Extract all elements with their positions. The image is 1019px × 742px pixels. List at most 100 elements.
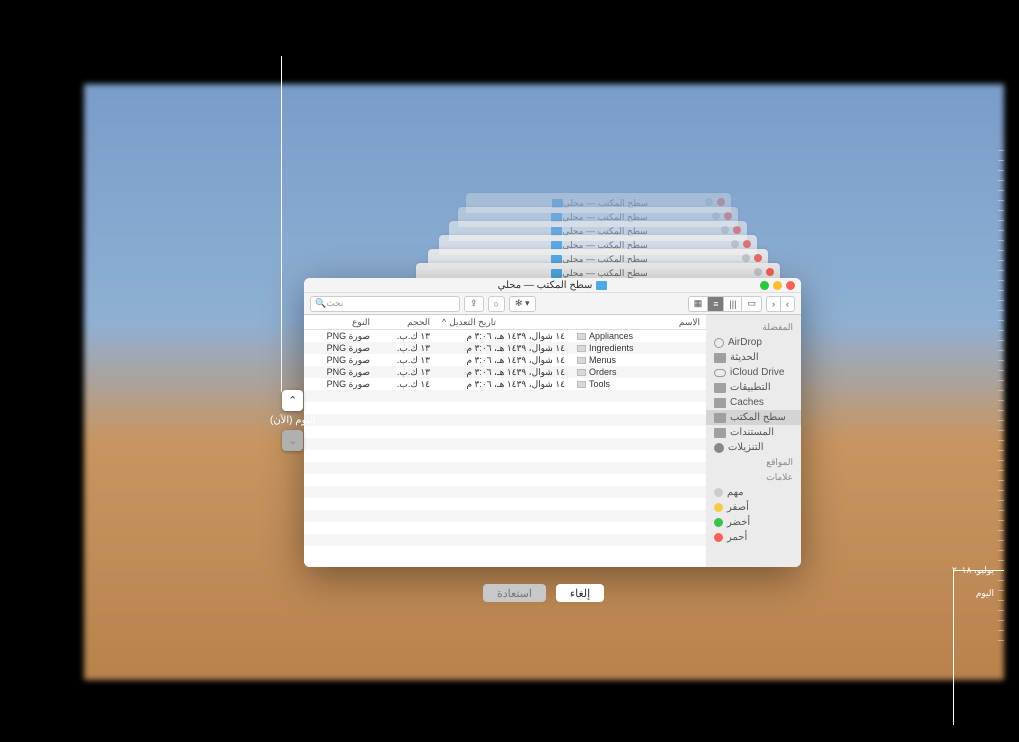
download-icon bbox=[714, 443, 724, 453]
timeline-tick bbox=[998, 550, 1004, 551]
column-type[interactable]: النوع bbox=[316, 317, 376, 328]
search-input[interactable]: 🔍 بحث bbox=[310, 296, 460, 312]
file-icon bbox=[577, 381, 586, 388]
tags-button[interactable]: ○ bbox=[488, 296, 505, 312]
view-list-button[interactable]: ≡ bbox=[707, 296, 723, 312]
timeline-tick bbox=[998, 610, 1004, 611]
finder-window: سطح المكتب — محلي 🔍 بحث ⇪ ○ ✻ ▾ ▦ ≡ ||| … bbox=[304, 278, 801, 567]
folder-icon bbox=[714, 353, 726, 363]
timeline-nav: ⌃ اليوم (الآن) ⌄ bbox=[270, 390, 315, 451]
timeline-tick bbox=[998, 360, 1004, 361]
finder-toolbar: 🔍 بحث ⇪ ○ ✻ ▾ ▦ ≡ ||| ▭ › ‹ bbox=[304, 293, 801, 315]
sidebar-item-documents[interactable]: المستندات bbox=[706, 425, 801, 440]
table-row[interactable]: Ingredients١٤ شوال، ١٤٣٩ هـ، ٣:٠٦ م١٣ ك.… bbox=[304, 342, 706, 354]
timeline[interactable]: يوليو، ٢٠١٨ اليوم bbox=[929, 150, 1004, 672]
timeline-tick bbox=[998, 200, 1004, 201]
sidebar-tag-important[interactable]: مهم bbox=[706, 485, 801, 500]
table-row[interactable]: Tools١٤ شوال، ١٤٣٩ هـ، ٣:٠٦ م١٤ ك.ب.صورة… bbox=[304, 378, 706, 390]
column-size[interactable]: الحجم bbox=[376, 317, 436, 328]
timeline-tick bbox=[998, 490, 1004, 491]
timeline-tick bbox=[998, 380, 1004, 381]
timeline-tick bbox=[998, 440, 1004, 441]
timeline-tick bbox=[998, 600, 1004, 601]
tag-dot bbox=[714, 533, 723, 542]
timeline-tick bbox=[998, 300, 1004, 301]
timeline-tick bbox=[998, 330, 1004, 331]
back-button[interactable]: › bbox=[766, 296, 780, 312]
restore-button[interactable]: استعادة bbox=[483, 584, 546, 602]
nav-history: › ‹ bbox=[766, 296, 795, 312]
timeline-tick bbox=[998, 320, 1004, 321]
timeline-tick bbox=[998, 290, 1004, 291]
table-row-empty bbox=[304, 438, 706, 450]
sidebar-item-desktop[interactable]: سطح المكتب bbox=[706, 410, 801, 425]
timeline-tick bbox=[998, 500, 1004, 501]
table-row-empty bbox=[304, 414, 706, 426]
timeline-tick bbox=[998, 420, 1004, 421]
nav-current-label: اليوم (الآن) bbox=[270, 415, 315, 426]
timeline-tick bbox=[998, 580, 1004, 581]
timeline-tick bbox=[998, 590, 1004, 591]
timeline-tick bbox=[998, 480, 1004, 481]
action-button[interactable]: ✻ ▾ bbox=[509, 296, 536, 312]
sidebar-item-downloads[interactable]: التنزيلات bbox=[706, 440, 801, 455]
timeline-tick bbox=[998, 260, 1004, 261]
folder-icon bbox=[714, 413, 726, 423]
timeline-tick bbox=[998, 340, 1004, 341]
folder-icon bbox=[714, 398, 726, 408]
close-button[interactable] bbox=[786, 281, 795, 290]
maximize-button[interactable] bbox=[760, 281, 769, 290]
timeline-tick bbox=[998, 210, 1004, 211]
table-row[interactable]: Appliances١٤ شوال، ١٤٣٩ هـ، ٣:٠٦ م١٣ ك.ب… bbox=[304, 330, 706, 342]
nav-next-button[interactable]: ⌄ bbox=[282, 430, 303, 451]
view-gallery-button[interactable]: ▭ bbox=[741, 296, 762, 312]
view-column-button[interactable]: ||| bbox=[723, 296, 741, 312]
cancel-button[interactable]: إلغاء bbox=[556, 584, 604, 602]
timeline-tick bbox=[998, 520, 1004, 521]
view-icon-button[interactable]: ▦ bbox=[688, 296, 708, 312]
sidebar-item-apps[interactable]: التطبيقات bbox=[706, 380, 801, 395]
tag-dot bbox=[714, 518, 723, 527]
timeline-tick bbox=[998, 470, 1004, 471]
timeline-tick bbox=[998, 640, 1004, 641]
sidebar-item-icloud[interactable]: iCloud Drive bbox=[706, 365, 801, 380]
timeline-tick bbox=[998, 390, 1004, 391]
view-toggle: ▦ ≡ ||| ▭ bbox=[688, 296, 762, 312]
forward-button[interactable]: ‹ bbox=[780, 296, 795, 312]
table-row-empty bbox=[304, 450, 706, 462]
timeline-tick bbox=[998, 170, 1004, 171]
column-headers: الاسم تاريخ التعديل^ الحجم النوع bbox=[304, 315, 706, 330]
table-row[interactable]: Orders١٤ شوال، ١٤٣٩ هـ، ٣:٠٦ م١٣ ك.ب.صور… bbox=[304, 366, 706, 378]
window-titlebar: سطح المكتب — محلي bbox=[304, 278, 801, 293]
minimize-button[interactable] bbox=[773, 281, 782, 290]
sidebar-tag-green[interactable]: أخضر bbox=[706, 515, 801, 530]
sidebar-item-caches[interactable]: Caches bbox=[706, 395, 801, 410]
sidebar-item-airdrop[interactable]: AirDrop bbox=[706, 335, 801, 350]
timeline-tick bbox=[998, 310, 1004, 311]
timeline-tick bbox=[998, 190, 1004, 191]
timeline-tick bbox=[998, 270, 1004, 271]
folder-icon bbox=[596, 281, 607, 290]
sidebar-tag-yellow[interactable]: أصفر bbox=[706, 500, 801, 515]
timeline-tick bbox=[998, 460, 1004, 461]
column-name[interactable]: الاسم bbox=[571, 317, 706, 328]
nav-previous-button[interactable]: ⌃ bbox=[282, 390, 303, 411]
column-date[interactable]: تاريخ التعديل^ bbox=[436, 317, 571, 328]
sidebar-tag-red[interactable]: أحمر bbox=[706, 530, 801, 545]
timeline-tick bbox=[998, 250, 1004, 251]
timeline-tick bbox=[998, 160, 1004, 161]
table-row[interactable]: Menus١٤ شوال، ١٤٣٩ هـ، ٣:٠٦ م١٣ ك.ب.صورة… bbox=[304, 354, 706, 366]
timeline-tick bbox=[998, 530, 1004, 531]
sidebar-item-recents[interactable]: الحديثة bbox=[706, 350, 801, 365]
file-icon bbox=[577, 369, 586, 376]
window-title: سطح المكتب — محلي bbox=[498, 280, 593, 291]
timeline-tick bbox=[998, 540, 1004, 541]
table-row-empty bbox=[304, 522, 706, 534]
timeline-tick bbox=[998, 220, 1004, 221]
timeline-tick bbox=[998, 410, 1004, 411]
table-row-empty bbox=[304, 474, 706, 486]
folder-icon bbox=[714, 383, 726, 393]
folder-icon bbox=[714, 428, 726, 438]
window-controls bbox=[760, 281, 795, 290]
share-button[interactable]: ⇪ bbox=[464, 296, 484, 312]
